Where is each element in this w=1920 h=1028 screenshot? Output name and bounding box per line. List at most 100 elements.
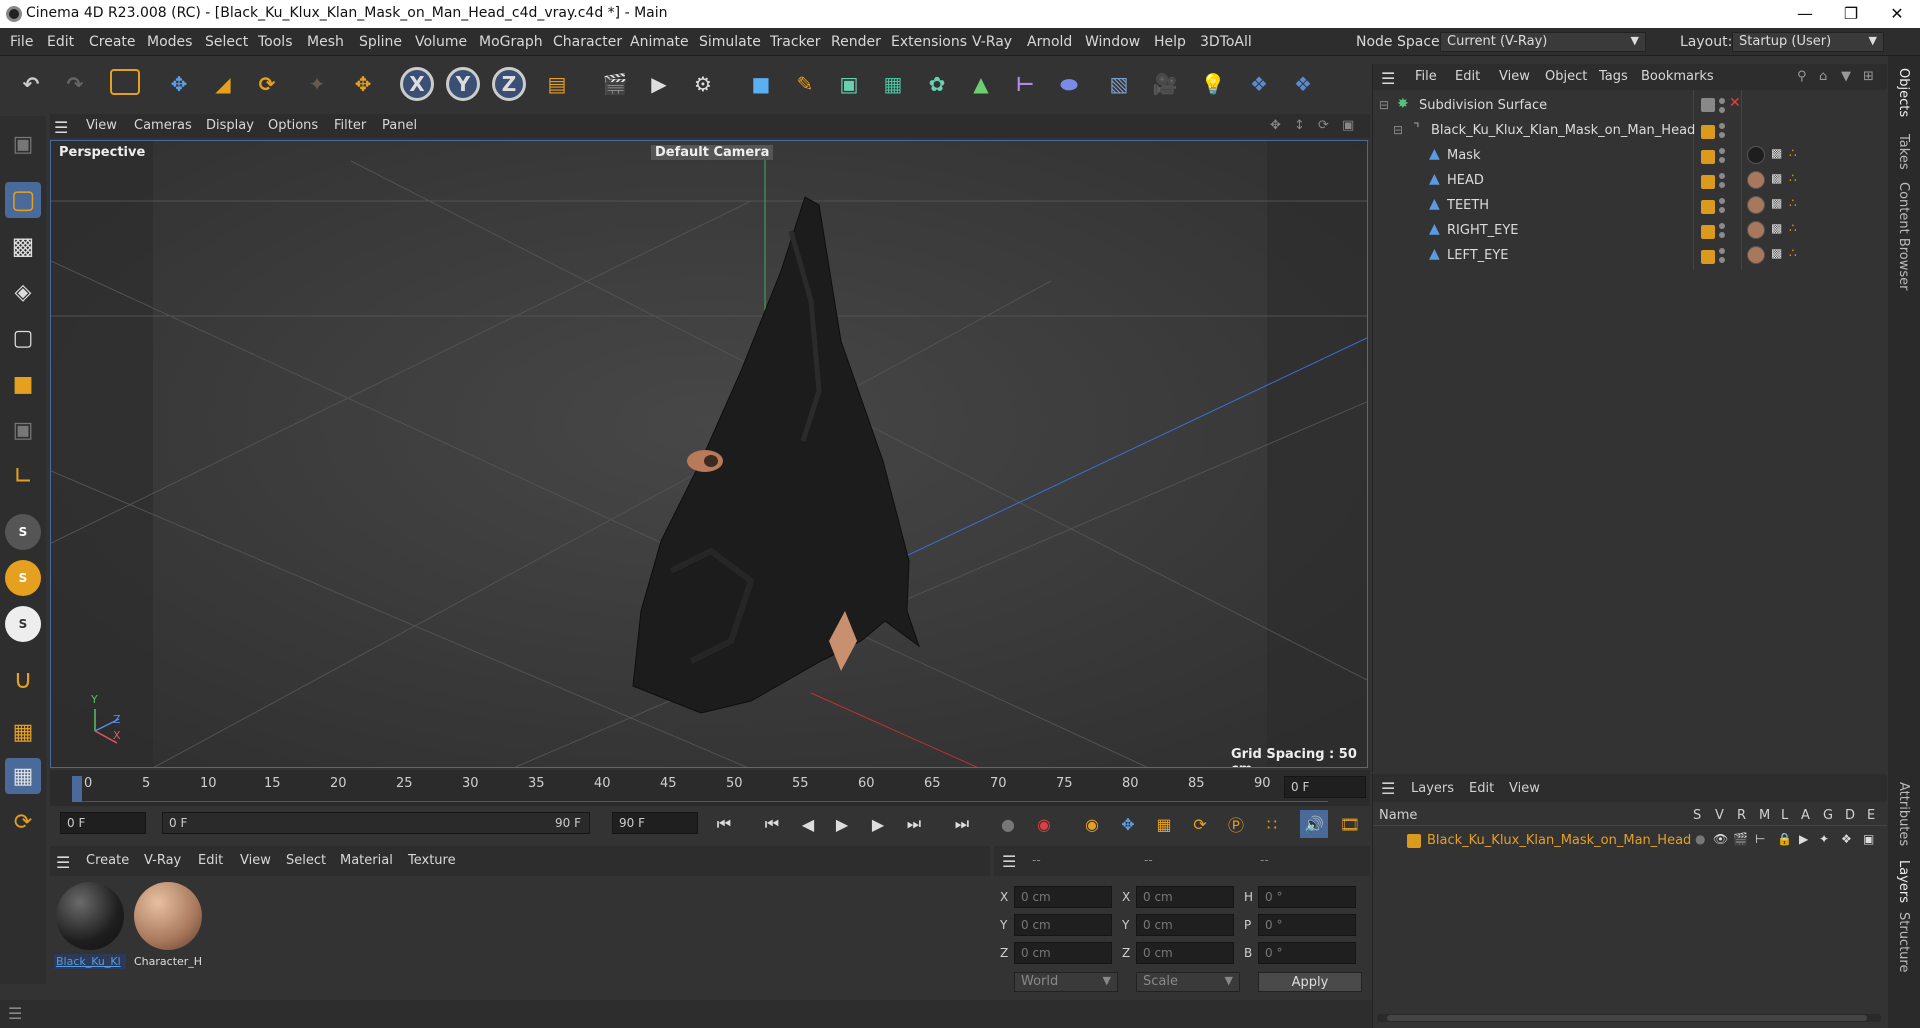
tab-structure[interactable]: Structure: [1896, 912, 1911, 972]
layer-col-deformers[interactable]: D: [1845, 808, 1855, 823]
go-to-start-icon[interactable]: ⏮: [710, 810, 738, 838]
interactive-render-icon[interactable]: ⟳: [5, 804, 41, 840]
menu-select[interactable]: Select: [205, 34, 248, 50]
vray-tag-icon[interactable]: ∴: [1789, 146, 1797, 160]
tab-attributes[interactable]: Attributes: [1896, 782, 1911, 846]
film-strip-icon[interactable]: 🎞: [1336, 810, 1364, 838]
model-mode-icon[interactable]: ▢: [5, 182, 41, 218]
undo-icon[interactable]: ↶: [12, 65, 50, 103]
viewport-menu-view[interactable]: View: [86, 118, 117, 133]
key-parameter-icon[interactable]: Ⓟ: [1222, 810, 1250, 838]
layer-col-animation[interactable]: A: [1801, 808, 1810, 823]
recent-tool-icon[interactable]: ✦: [298, 65, 336, 103]
solo-off-icon[interactable]: S: [5, 606, 41, 642]
tab-objects[interactable]: Objects: [1896, 68, 1911, 117]
uvw-tag-icon[interactable]: ▩: [1771, 221, 1782, 235]
material-tag-icon[interactable]: [1747, 246, 1765, 264]
key-position-icon[interactable]: ✥: [1114, 810, 1142, 838]
solo-hierarchy-icon[interactable]: S: [5, 560, 41, 596]
subdivision-generator-icon[interactable]: ▣: [830, 65, 868, 103]
layer-color-swatch[interactable]: [1701, 150, 1715, 164]
layers-menu-edit[interactable]: Edit: [1469, 781, 1494, 796]
layer-color-swatch[interactable]: [1701, 200, 1715, 214]
menu-help[interactable]: Help: [1154, 34, 1186, 50]
filter-icon[interactable]: ▼: [1841, 69, 1851, 84]
disabled-check-icon[interactable]: ✕: [1729, 95, 1741, 111]
material-menu-create[interactable]: Create: [86, 853, 129, 868]
layer-col-solo[interactable]: S: [1693, 808, 1701, 823]
play-icon[interactable]: ▶: [828, 810, 856, 838]
visibility-dots-icon[interactable]: [1719, 197, 1725, 215]
maximize-view-icon[interactable]: ▣: [1342, 118, 1354, 133]
polygons-mode-icon[interactable]: ■: [5, 366, 41, 402]
live-selection-icon[interactable]: [110, 69, 140, 95]
python-plugin-icon[interactable]: ❖: [1284, 65, 1322, 103]
current-frame-field[interactable]: 0 F: [1284, 776, 1366, 798]
scale-tool-icon[interactable]: ◢: [204, 65, 242, 103]
object-row[interactable]: ▲ LEFT_EYE ▩ ∴: [1373, 244, 1887, 269]
texture-mode-icon[interactable]: ▩: [5, 228, 41, 264]
object-menu-bookmarks[interactable]: Bookmarks: [1641, 69, 1714, 84]
menu-file[interactable]: File: [10, 34, 33, 50]
viewport-menu-panel[interactable]: Panel: [382, 118, 417, 133]
keyframe-selection-icon[interactable]: ◉: [1078, 810, 1106, 838]
uvw-tag-icon[interactable]: ▩: [1771, 171, 1782, 185]
layer-col-manager[interactable]: M: [1759, 808, 1770, 823]
layer-col-locked[interactable]: L: [1781, 808, 1788, 823]
object-row[interactable]: ▲ TEETH ▩ ∴: [1373, 194, 1887, 219]
generator-icon[interactable]: ✦: [1819, 832, 1829, 846]
menu-render[interactable]: Render: [831, 34, 881, 50]
layer-color-swatch[interactable]: [1701, 225, 1715, 239]
sound-icon[interactable]: 🔊: [1300, 810, 1328, 838]
object-row[interactable]: ⊟ ✸ Subdivision Surface ✕: [1373, 94, 1887, 119]
material-menu-material[interactable]: Material: [340, 853, 393, 868]
render-settings-icon[interactable]: ⚙: [684, 65, 722, 103]
lock-icon[interactable]: 🔒: [1777, 832, 1792, 846]
deformer-icon[interactable]: ⊢: [1006, 65, 1044, 103]
coordinate-mode-dropdown[interactable]: World ▼: [1014, 972, 1118, 992]
record-icon[interactable]: ●: [994, 810, 1022, 838]
search-icon[interactable]: ⚲: [1797, 69, 1807, 84]
rotation-h-field[interactable]: 0 °: [1258, 886, 1356, 908]
menu-mograph[interactable]: MoGraph: [479, 34, 543, 50]
visibility-dots-icon[interactable]: [1719, 247, 1725, 265]
expand-icon[interactable]: ⊟: [1393, 123, 1403, 137]
render-picture-viewer-icon[interactable]: ▶: [640, 65, 678, 103]
python-script-icon[interactable]: ❖: [1240, 65, 1278, 103]
menu-modes[interactable]: Modes: [147, 34, 192, 50]
hamburger-icon[interactable]: ☰: [1381, 69, 1395, 88]
rotation-b-field[interactable]: 0 °: [1258, 942, 1356, 964]
layer-row[interactable]: Black_Ku_Klux_Klan_Mask_on_Man_Head ● 👁 …: [1373, 830, 1887, 852]
previous-frame-icon[interactable]: ◀: [794, 810, 822, 838]
preview-range-slider[interactable]: 0 F 90 F: [162, 812, 590, 834]
viewport-menu-filter[interactable]: Filter: [334, 118, 366, 133]
end-frame-field[interactable]: 90 F: [612, 812, 698, 834]
render-view-icon[interactable]: 🎬: [596, 65, 634, 103]
points-mode-icon[interactable]: ◈: [5, 274, 41, 310]
hamburger-icon[interactable]: ☰: [1002, 852, 1016, 871]
new-view-icon[interactable]: ⊞: [1863, 69, 1874, 84]
visibility-dots-icon[interactable]: [1719, 172, 1725, 190]
rotate-view-icon[interactable]: ⟳: [1318, 118, 1329, 133]
object-menu-edit[interactable]: Edit: [1455, 69, 1480, 84]
layer-col-view[interactable]: V: [1715, 808, 1724, 823]
timeline-ruler[interactable]: 0 5 10 15 20 25 30 35 40 45 50 55 60 65 …: [50, 770, 1370, 806]
tab-layers[interactable]: Layers: [1896, 860, 1911, 903]
menu-volume[interactable]: Volume: [415, 34, 467, 50]
tab-takes[interactable]: Takes: [1896, 134, 1911, 170]
next-frame-icon[interactable]: ▶: [864, 810, 892, 838]
go-to-end-icon[interactable]: ⏭: [948, 810, 976, 838]
cube-primitive-icon[interactable]: ■: [742, 65, 780, 103]
y-axis-lock-icon[interactable]: Y: [446, 67, 480, 101]
home-icon[interactable]: ⌂: [1819, 69, 1827, 84]
close-icon[interactable]: ✕: [1874, 0, 1920, 28]
layer-color-swatch[interactable]: [1701, 250, 1715, 264]
object-row[interactable]: ▲ RIGHT_EYE ▩ ∴: [1373, 219, 1887, 244]
layers-menu-view[interactable]: View: [1509, 781, 1540, 796]
vray-tag-icon[interactable]: ∴: [1789, 246, 1797, 260]
camera-icon[interactable]: 🎥: [1146, 65, 1184, 103]
menu-tracker[interactable]: Tracker: [770, 34, 821, 50]
hamburger-icon[interactable]: ☰: [8, 1004, 22, 1023]
uvw-tag-icon[interactable]: ▩: [1771, 246, 1782, 260]
size-y-field[interactable]: 0 cm: [1136, 914, 1234, 936]
